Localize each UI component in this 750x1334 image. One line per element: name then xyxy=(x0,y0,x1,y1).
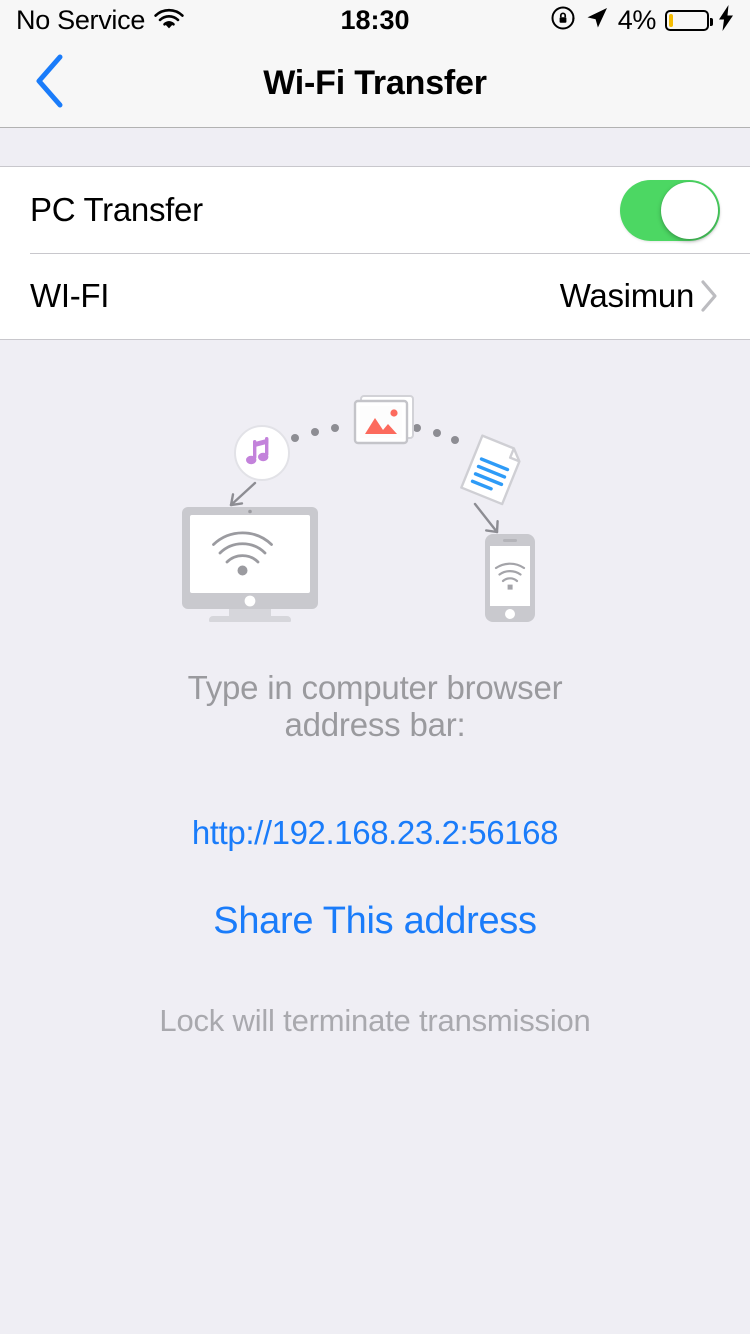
status-bar: No Service 18:30 4% xyxy=(0,0,750,40)
transfer-illustration xyxy=(0,340,750,622)
disclosure-chevron-icon xyxy=(698,278,720,314)
battery-fill xyxy=(669,13,673,27)
transfer-illustration-svg xyxy=(182,395,535,622)
settings-group: PC Transfer WI-FI Wasimun xyxy=(0,166,750,340)
status-bar-left: No Service xyxy=(16,4,184,35)
transfer-url-link[interactable]: http://192.168.23.2:56168 xyxy=(0,814,750,852)
instruction-line-1: Type in computer browser xyxy=(187,669,563,706)
carrier-label: No Service xyxy=(16,4,146,35)
battery-percent-label: 4% xyxy=(617,4,657,35)
smartphone-wifi-icon xyxy=(485,534,535,622)
toggle-knob xyxy=(661,181,718,239)
page-title: Wi-Fi Transfer xyxy=(263,64,487,102)
wifi-transfer-screen: No Service 18:30 4% Wi-Fi Transfer PC Tr… xyxy=(0,0,750,1334)
pc-transfer-toggle[interactable] xyxy=(620,179,720,241)
lock-warning-text: Lock will terminate transmission xyxy=(159,1002,591,1038)
status-bar-right: 4% xyxy=(550,4,734,36)
wifi-label: WI-FI xyxy=(30,277,110,314)
location-arrow-icon xyxy=(585,6,609,35)
share-address-button[interactable]: Share This address xyxy=(0,900,750,943)
wifi-row-right: Wasimun xyxy=(560,277,720,315)
battery-icon xyxy=(665,9,713,31)
pc-transfer-label: PC Transfer xyxy=(30,191,203,228)
wifi-row[interactable]: WI-FI Wasimun xyxy=(0,253,750,339)
main-content: Type in computer browser address bar: ht… xyxy=(0,340,750,1332)
instruction-line-2: address bar: xyxy=(284,705,466,743)
instruction-text: Type in computer browser address bar: xyxy=(0,669,750,744)
wifi-network-value: Wasimun xyxy=(559,277,695,314)
pc-transfer-row[interactable]: PC Transfer xyxy=(0,167,750,253)
lightning-bolt-icon xyxy=(718,4,734,36)
navigation-bar: Wi-Fi Transfer xyxy=(0,40,750,128)
section-gap xyxy=(0,128,750,166)
desktop-monitor-wifi-icon xyxy=(182,507,318,622)
rotation-lock-icon xyxy=(550,5,576,36)
pc-transfer-row-right xyxy=(620,179,720,241)
wifi-icon xyxy=(154,7,184,34)
